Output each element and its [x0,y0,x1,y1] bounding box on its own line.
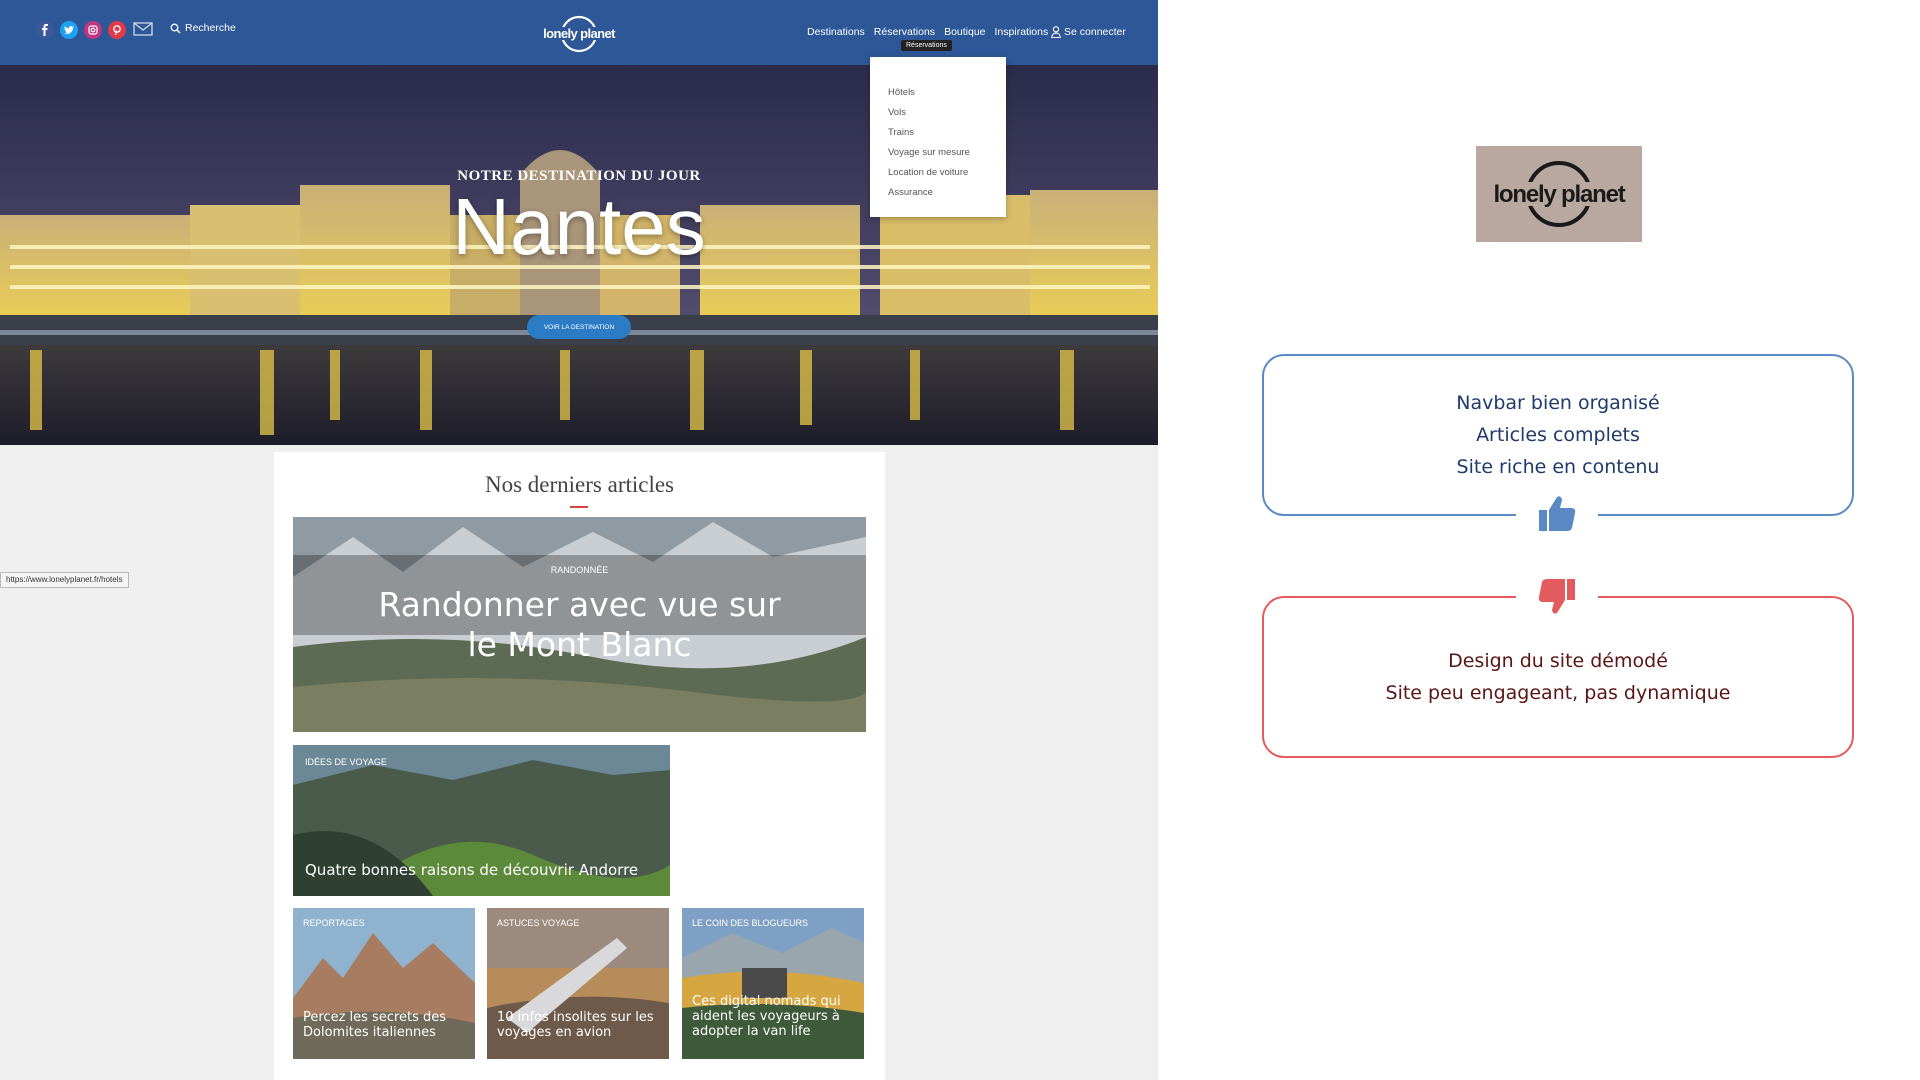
card-title-line: voyages en avion [497,1025,612,1040]
search-link[interactable]: Recherche [170,22,236,34]
article-card-van-life[interactable]: LE COIN DES BLOGUEURS Ces digital nomads… [682,908,864,1059]
top-navbar: Recherche lonely planet Destinations Rés… [0,0,1158,65]
article-card-avion[interactable]: ASTUCES VOYAGE 10 infos insolites sur le… [487,908,669,1059]
thumbs-down-icon [1538,579,1575,614]
con-item: Design du site démodé [1448,650,1668,672]
card-title-line: adopter la van life [692,1024,811,1039]
card-tag: LE COIN DES BLOGUEURS [692,918,809,928]
menu-item-destinations[interactable]: Destinations [807,26,865,38]
lonely-planet-logo: lonely planet [1488,161,1630,227]
card-title-line: Dolomites italiennes [303,1025,436,1040]
card-tag: ASTUCES VOYAGE [497,918,580,928]
search-label: Recherche [185,22,236,34]
thumbs-up-icon [1539,496,1576,531]
facebook-icon[interactable] [36,21,54,39]
dropdown-item-voyage-sur-mesure[interactable]: Voyage sur mesure [870,143,1006,163]
pro-item: Articles complets [1476,424,1640,446]
latest-articles-section: Nos derniers articles RANDONNÉE Randonne… [274,452,885,1080]
menu-item-inspirations[interactable]: Inspirations [995,26,1049,38]
user-icon [1051,26,1061,38]
main-menu: Destinations Réservations Boutique Inspi… [807,26,1048,38]
search-icon [170,23,181,33]
con-item: Site peu engageant, pas dynamique [1385,682,1731,704]
article-card-dolomites[interactable]: REPORTAGES Percez les secrets des Dolomi… [293,908,475,1059]
instagram-icon[interactable] [84,21,102,39]
card-title: Ces digital nomads qui aident les voyage… [692,994,841,1039]
lonely-planet-logo-box: lonely planet [1476,146,1642,242]
card-title-line: 10 infos insolites sur les [497,1010,654,1025]
menu-item-reservations[interactable]: Réservations [874,26,935,38]
logo-text: lonely planet [543,26,616,41]
article-card-andorre[interactable]: IDÉES DE VOYAGE Quatre bonnes raisons de… [293,745,670,896]
heading-underline [570,506,588,508]
reservations-dropdown: Hôtels Vols Trains Voyage sur mesure Loc… [870,57,1006,217]
mail-icon[interactable] [133,21,153,37]
article-card-mont-blanc[interactable]: RANDONNÉE Randonner avec vue sur le Mont… [293,517,866,732]
lonely-planet-logo[interactable]: lonely planet [538,14,620,54]
pinterest-icon[interactable] [108,21,126,39]
card-title-line: Randonner avec vue sur [378,585,781,624]
menu-item-boutique[interactable]: Boutique [944,26,985,38]
status-bar-url: https://www.lonelyplanet.fr/hotels [0,572,129,588]
see-destination-button[interactable]: VOIR LA DESTINATION [527,315,631,339]
login-link[interactable]: Se connecter [1051,26,1126,38]
login-label: Se connecter [1064,26,1126,38]
card-title: Quatre bonnes raisons de découvrir Andor… [305,861,639,879]
card-title-line: Ces digital nomads qui [692,994,841,1009]
card-title: 10 infos insolites sur les voyages en av… [497,1010,654,1040]
card-title: Percez les secrets des Dolomites italien… [303,1010,446,1040]
card-tag: IDÉES DE VOYAGE [305,757,387,767]
dropdown-item-location-voiture[interactable]: Location de voiture [870,163,1006,183]
dropdown-item-vols[interactable]: Vols [870,103,1006,123]
website-screenshot: Recherche lonely planet Destinations Rés… [0,0,1158,1080]
articles-heading: Nos derniers articles [484,472,675,497]
card-title: Randonner avec vue sur le Mont Blanc [293,585,866,665]
pro-item: Site riche en contenu [1456,456,1660,478]
card-tag: RANDONNÉE [550,565,609,575]
cons-box: Design du site démodé Site peu engageant… [1262,596,1854,758]
logo-text: lonely planet [1493,181,1625,208]
card-title-line: le Mont Blanc [467,625,692,664]
slide: Recherche lonely planet Destinations Rés… [0,0,1920,1080]
card-tag: REPORTAGES [303,918,365,928]
thumbs-up-badge [1516,492,1598,536]
reservations-tooltip: Réservations [901,40,952,51]
twitter-icon[interactable] [60,21,78,39]
card-title-line: Percez les secrets des [303,1010,447,1025]
dropdown-item-assurance[interactable]: Assurance [870,183,1006,203]
dropdown-item-hotels[interactable]: Hôtels [870,83,1006,103]
thumbs-down-badge [1516,574,1598,618]
dropdown-item-trains[interactable]: Trains [870,123,1006,143]
card-title-line: aident les voyageurs à [692,1009,840,1024]
pro-item: Navbar bien organisé [1456,392,1660,414]
